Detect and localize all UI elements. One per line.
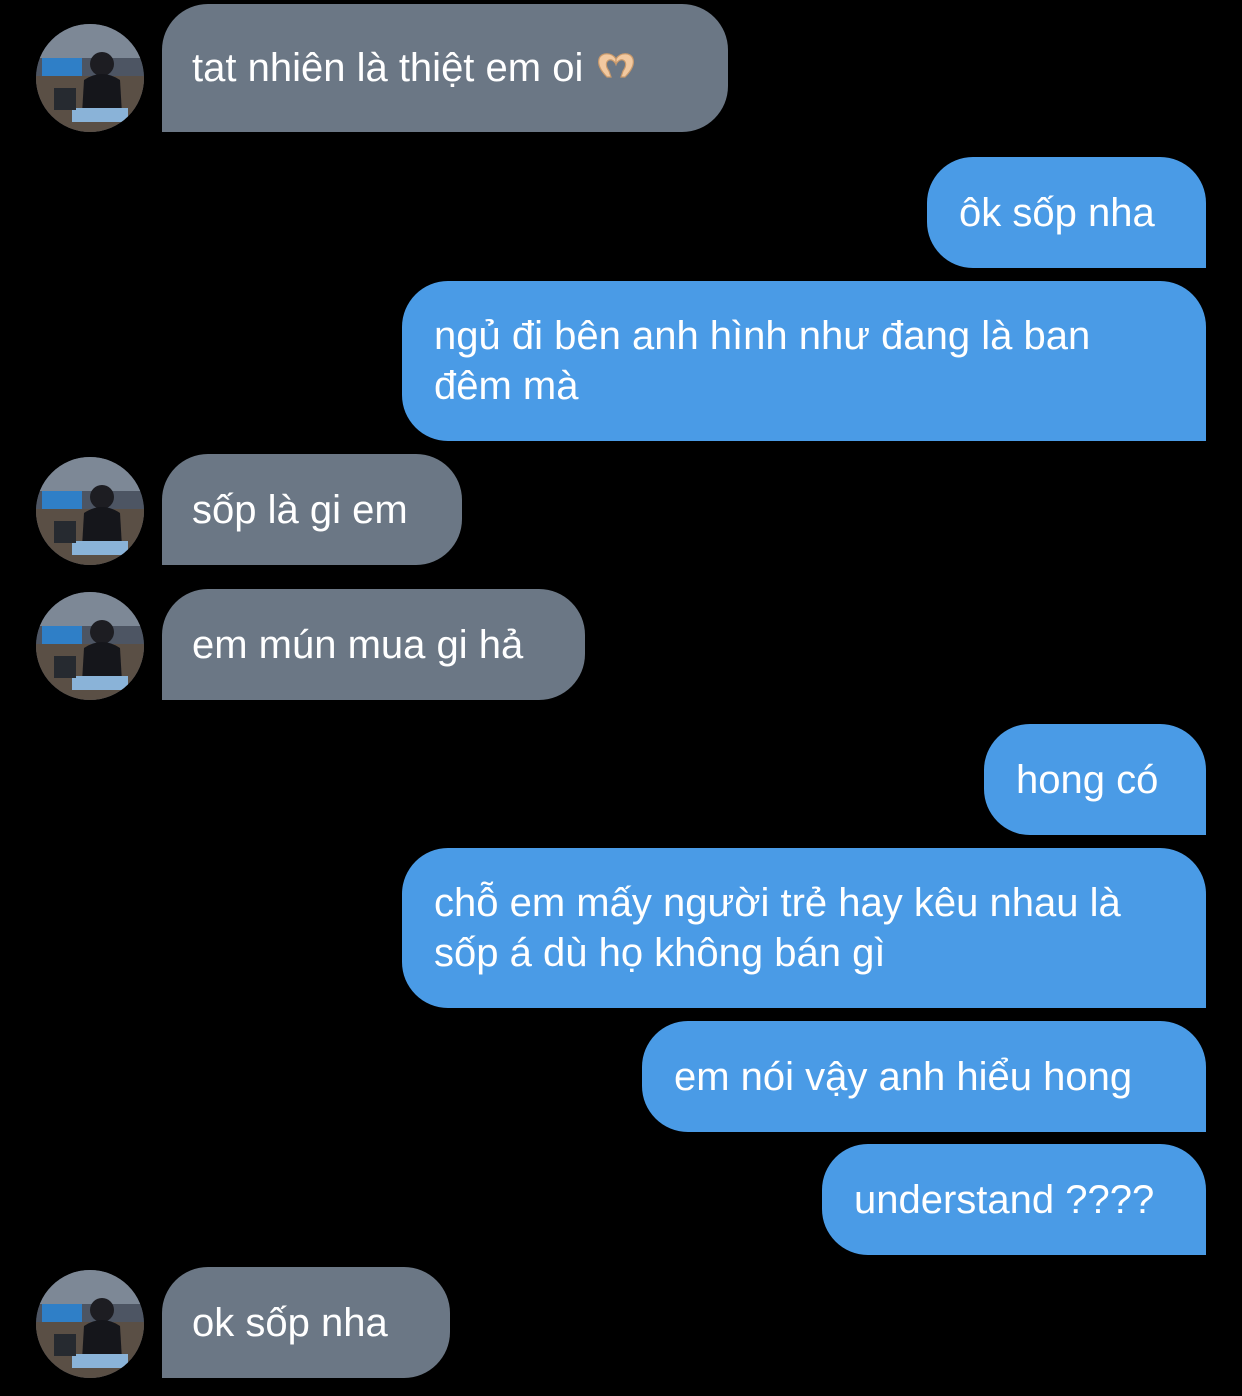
chat-thread: tat nhiên là thiệt em oi ôk sốp nha ngủ …	[0, 0, 1242, 1396]
heart-hands-icon	[595, 43, 637, 93]
message-text: em mún mua gi hả	[192, 622, 524, 667]
message-bubble-outgoing[interactable]: ngủ đi bên anh hình như đang là ban đêm …	[402, 281, 1206, 441]
message-bubble-outgoing[interactable]: understand ????	[822, 1144, 1206, 1255]
message-text: tat nhiên là thiệt em oi	[192, 46, 584, 90]
message-bubble-incoming[interactable]: ok sốp nha	[162, 1267, 450, 1378]
message-text: chỗ em mấy người trẻ hay kêu nhau là sốp…	[434, 881, 1121, 975]
message-bubble-outgoing[interactable]: hong có	[984, 724, 1206, 835]
message-text: ôk sốp nha	[959, 190, 1155, 235]
message-bubble-outgoing[interactable]: chỗ em mấy người trẻ hay kêu nhau là sốp…	[402, 848, 1206, 1008]
avatar-photo-icon	[36, 592, 144, 700]
message-text: hong có	[1016, 757, 1159, 802]
contact-avatar[interactable]	[36, 1270, 144, 1378]
contact-avatar[interactable]	[36, 592, 144, 700]
avatar-photo-icon	[36, 457, 144, 565]
contact-avatar[interactable]	[36, 457, 144, 565]
message-text: ngủ đi bên anh hình như đang là ban đêm …	[434, 314, 1091, 408]
message-text: understand ????	[854, 1177, 1155, 1222]
message-text: sốp là gi em	[192, 487, 408, 532]
message-bubble-incoming[interactable]: tat nhiên là thiệt em oi	[162, 4, 728, 132]
message-bubble-outgoing[interactable]: em nói vậy anh hiểu hong	[642, 1021, 1206, 1132]
message-text: em nói vậy anh hiểu hong	[674, 1054, 1133, 1099]
message-bubble-outgoing[interactable]: ôk sốp nha	[927, 157, 1206, 268]
avatar-photo-icon	[36, 24, 144, 132]
contact-avatar[interactable]	[36, 24, 144, 132]
avatar-photo-icon	[36, 1270, 144, 1378]
message-bubble-incoming[interactable]: em mún mua gi hả	[162, 589, 585, 700]
message-text: ok sốp nha	[192, 1300, 388, 1345]
message-bubble-incoming[interactable]: sốp là gi em	[162, 454, 462, 565]
